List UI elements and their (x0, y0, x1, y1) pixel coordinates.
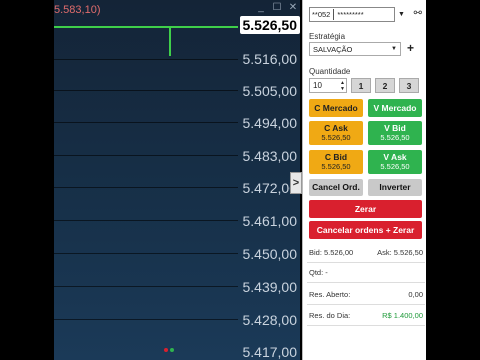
spinner-icon[interactable]: ▲ ▼ (340, 80, 346, 92)
close-icon[interactable]: ✕ (288, 2, 298, 13)
invert-button[interactable]: Inverter (368, 179, 422, 196)
quantity-value: 10 (313, 81, 322, 90)
grid-line (54, 155, 238, 156)
price-axis-label: 5.417,00 (242, 344, 298, 360)
strategy-select[interactable]: SALVAÇÃO ▼ (309, 42, 401, 56)
price-axis-label: 5.483,00 (242, 148, 298, 164)
buy-ask-label: C Ask (324, 123, 348, 133)
price-axis-label: 5.428,00 (242, 312, 298, 328)
day-result-value: R$ 1.400,00 (382, 311, 423, 320)
sell-ask-button[interactable]: V Ask 5.526,50 (368, 150, 422, 174)
grid-line (54, 90, 238, 91)
buy-bid-price: 5.526,50 (321, 162, 351, 171)
price-chart[interactable]: 5.583,10) _ ☐ ✕ 5.526,50 5.516,00 5.505,… (54, 0, 300, 360)
account-prefix: **052 (312, 10, 331, 19)
chart-title: 5.583,10) (54, 4, 101, 16)
price-axis-label: 5.505,00 (242, 83, 298, 99)
grid-line (54, 59, 238, 60)
strategy-value: SALVAÇÃO (313, 44, 353, 54)
strategy-label: Estratégia (309, 32, 346, 41)
quick-qty-3-button[interactable]: 3 (399, 78, 419, 93)
grid-line (54, 253, 238, 254)
open-result-row: Res. Aberto: 0,00 (309, 290, 423, 299)
grid-line (54, 122, 238, 123)
status-dots (164, 348, 174, 352)
cancel-orders-button[interactable]: Cancel Ord. (309, 179, 363, 196)
day-result-label: Res. do Dia: (309, 311, 351, 320)
price-axis-label: 5.439,00 (242, 279, 298, 295)
quantity-stepper[interactable]: 10 ▲ ▼ (309, 78, 347, 93)
minimize-icon[interactable]: _ (256, 2, 266, 13)
price-axis-label: 5.516,00 (242, 51, 298, 67)
collapse-panel-button[interactable]: > (290, 172, 302, 194)
buy-ask-button[interactable]: C Ask 5.526,50 (309, 121, 363, 145)
account-selector[interactable]: **052 ********* ▼ (309, 7, 405, 22)
price-axis-label: 5.461,00 (242, 213, 298, 229)
quick-qty-2-button[interactable]: 2 (375, 78, 395, 93)
sell-bid-button[interactable]: V Bid 5.526,50 (368, 121, 422, 145)
chevron-down-icon: ▼ (391, 46, 397, 52)
cancel-and-zero-button[interactable]: Cancelar ordens + Zerar (309, 221, 422, 239)
qtd-label: Qtd: (309, 268, 324, 277)
buy-bid-label: C Bid (324, 152, 348, 162)
buy-bid-button[interactable]: C Bid 5.526,50 (309, 150, 363, 174)
current-price-label: 5.526,50 (239, 16, 300, 34)
buy-ask-price: 5.526,50 (321, 133, 351, 142)
maximize-icon[interactable]: ☐ (272, 2, 282, 13)
open-result-label: Res. Aberto: (309, 290, 351, 299)
chevron-down-icon[interactable]: ▼ (398, 11, 405, 18)
green-dot-icon (170, 348, 174, 352)
sell-ask-label: V Ask (383, 152, 407, 162)
sell-bid-price: 5.526,50 (380, 133, 410, 142)
open-result-value: 0,00 (408, 290, 423, 299)
last-price-line (54, 26, 238, 28)
candle (169, 26, 171, 56)
grid-line (54, 220, 238, 221)
bid-value: Bid: 5.526,00 (309, 248, 354, 257)
grid-line (54, 319, 238, 320)
buy-market-button[interactable]: C Mercado (309, 99, 363, 117)
sell-bid-label: V Bid (384, 123, 406, 133)
window-controls: _ ☐ ✕ (256, 2, 298, 13)
ask-value: Ask: 5.526,50 (377, 248, 423, 257)
link-icon[interactable]: ⚯ (414, 8, 422, 19)
account-masked: ********* (337, 10, 364, 19)
sell-ask-price: 5.526,50 (380, 162, 410, 171)
add-strategy-button[interactable]: + (407, 41, 414, 55)
grid-line (54, 187, 238, 188)
grid-line (54, 286, 238, 287)
day-result-row: Res. do Dia: R$ 1.400,00 (309, 311, 423, 320)
quantity-label: Quantidade (309, 67, 351, 76)
order-panel: **052 ********* ▼ ⚯ Estratégia SALVAÇÃO … (302, 0, 426, 360)
quick-qty-1-button[interactable]: 1 (351, 78, 371, 93)
zero-position-button[interactable]: Zerar (309, 200, 422, 218)
price-axis-label: 5.450,00 (242, 246, 298, 262)
sell-market-button[interactable]: V Mercado (368, 99, 422, 117)
qtd-value: - (325, 268, 328, 277)
bid-ask-row: Bid: 5.526,00 Ask: 5.526,50 (309, 248, 423, 257)
price-axis-label: 5.494,00 (242, 115, 298, 131)
price-axis-label: 5.472,00 (242, 180, 298, 196)
red-dot-icon (164, 348, 168, 352)
qtd-row: Qtd: - (309, 268, 423, 277)
